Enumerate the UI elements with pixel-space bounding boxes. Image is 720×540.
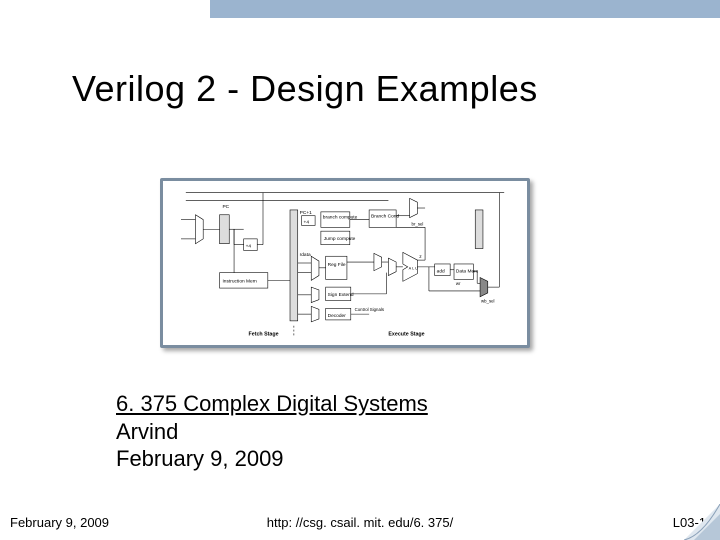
lecture-date: February 9, 2009: [116, 445, 428, 473]
label-instr-mem: Instruction Mem: [222, 278, 256, 284]
label-pc: PC: [222, 204, 229, 210]
header-accent-bar: [210, 0, 720, 18]
label-branch-cond: Branch Cond: [371, 214, 399, 220]
pipeline-diagram-svg: PC +4 Instruction Mem PC+1: [163, 181, 527, 345]
footer-url: http: //csg. csail. mit. edu/6. 375/: [0, 515, 720, 530]
label-pc-plus1: PC+1: [300, 210, 312, 216]
label-execute-stage: Execute Stage: [388, 331, 424, 337]
label-plus4: +4: [246, 244, 252, 250]
label-jump-compute: Jump compute: [324, 236, 356, 242]
course-name: 6. 375 Complex Digital Systems: [116, 390, 428, 418]
label-add: add: [437, 269, 445, 275]
label-fetch-stage: Fetch Stage: [249, 331, 279, 337]
label-alu: A L U: [409, 267, 418, 271]
label-plus4-2: +4: [304, 219, 310, 225]
page-curl-icon: [684, 504, 720, 540]
label-br-sel: br_sel: [412, 221, 424, 226]
label-control-signals: Control Signals: [355, 307, 384, 312]
label-rdata: rdata: [300, 252, 311, 258]
author-name: Arvind: [116, 418, 428, 446]
label-reg-file: Reg File: [328, 262, 346, 268]
label-decoder: Decoder: [328, 313, 347, 319]
label-z: z: [419, 255, 422, 260]
subtitle-block: 6. 375 Complex Digital Systems Arvind Fe…: [116, 390, 428, 473]
label-wr: wr: [456, 281, 461, 286]
label-wb-sel: wb_sel: [481, 299, 495, 304]
slide-title: Verilog 2 - Design Examples: [72, 68, 538, 110]
circuit-diagram: PC +4 Instruction Mem PC+1: [160, 178, 530, 348]
label-sign-extend: Sign Extend: [328, 292, 354, 298]
